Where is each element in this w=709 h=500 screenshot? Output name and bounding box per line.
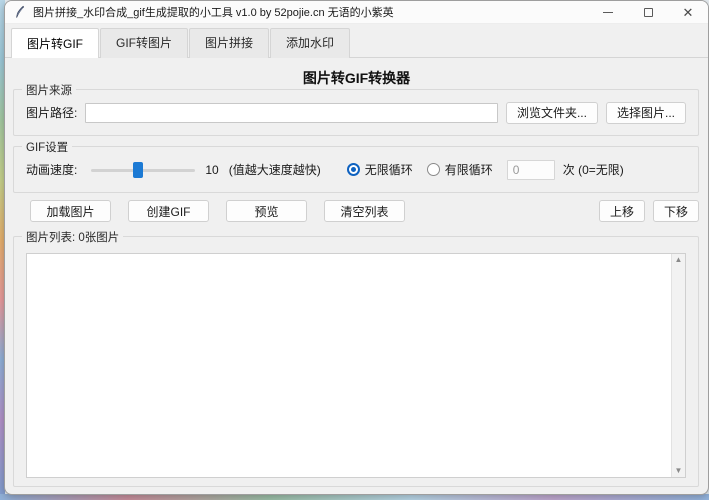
window-controls: ✕: [588, 1, 708, 23]
close-icon: ✕: [683, 6, 694, 19]
minimize-icon: [603, 12, 613, 13]
tab-image-to-gif[interactable]: 图片转GIF: [11, 28, 99, 58]
maximize-button[interactable]: [628, 1, 668, 23]
image-list-area[interactable]: [27, 254, 671, 477]
maximize-icon: [644, 8, 653, 17]
gif-settings-group: GIF设置 动画速度: 10 (值越大速度越快) 无限循环 有限循环 次 (0=…: [13, 146, 699, 193]
clear-list-button[interactable]: 清空列表: [324, 200, 405, 222]
tab-strip: 图片转GIF GIF转图片 图片拼接 添加水印: [5, 24, 708, 58]
tab-image-stitch[interactable]: 图片拼接: [189, 28, 269, 58]
animation-speed-value: 10: [205, 163, 218, 177]
gif-settings-group-label: GIF设置: [22, 139, 72, 155]
load-images-button[interactable]: 加载图片: [30, 200, 111, 222]
slider-track: [91, 169, 195, 172]
radio-unselected-icon: [427, 163, 440, 176]
action-buttons-row: 加载图片 创建GIF 预览 清空列表 上移 下移: [13, 200, 699, 222]
loop-finite-radio[interactable]: 有限循环: [427, 161, 493, 178]
image-listbox[interactable]: ▲ ▼: [26, 253, 686, 478]
browse-folder-button[interactable]: 浏览文件夹...: [506, 102, 598, 124]
vertical-scrollbar[interactable]: ▲ ▼: [671, 254, 685, 477]
animation-speed-label: 动画速度:: [26, 161, 77, 178]
close-button[interactable]: ✕: [668, 1, 708, 23]
move-up-button[interactable]: 上移: [599, 200, 645, 222]
image-list-group: 图片列表: 0张图片 ▲ ▼: [13, 236, 699, 487]
select-images-button[interactable]: 选择图片...: [606, 102, 686, 124]
animation-speed-hint: (值越大速度越快): [229, 161, 321, 178]
tab-add-watermark[interactable]: 添加水印: [270, 28, 350, 58]
page-title: 图片转GIF转换器: [5, 68, 708, 88]
loop-infinite-radio[interactable]: 无限循环: [347, 161, 413, 178]
slider-thumb[interactable]: [133, 162, 143, 178]
tab-gif-to-image[interactable]: GIF转图片: [100, 28, 188, 58]
animation-speed-slider[interactable]: [91, 161, 195, 179]
scroll-down-icon[interactable]: ▼: [675, 467, 683, 475]
loop-count-input[interactable]: [507, 160, 555, 180]
loop-infinite-label: 无限循环: [365, 161, 413, 178]
radio-selected-icon: [347, 163, 360, 176]
image-source-group-label: 图片来源: [22, 82, 76, 98]
preview-button[interactable]: 预览: [226, 200, 307, 222]
minimize-button[interactable]: [588, 1, 628, 23]
loop-count-suffix: 次 (0=无限): [563, 161, 624, 178]
image-path-label: 图片路径:: [26, 104, 77, 121]
create-gif-button[interactable]: 创建GIF: [128, 200, 209, 222]
loop-finite-label: 有限循环: [445, 161, 493, 178]
image-list-group-label: 图片列表: 0张图片: [22, 229, 123, 245]
window-title: 图片拼接_水印合成_gif生成提取的小工具 v1.0 by 52pojie.cn…: [33, 4, 394, 20]
title-bar[interactable]: 图片拼接_水印合成_gif生成提取的小工具 v1.0 by 52pojie.cn…: [5, 1, 708, 24]
app-feather-icon: [13, 5, 27, 19]
image-path-input[interactable]: [85, 103, 498, 123]
app-window: 图片拼接_水印合成_gif生成提取的小工具 v1.0 by 52pojie.cn…: [4, 0, 709, 495]
scroll-up-icon[interactable]: ▲: [675, 256, 683, 264]
image-source-group: 图片来源 图片路径: 浏览文件夹... 选择图片...: [13, 89, 699, 136]
move-down-button[interactable]: 下移: [653, 200, 699, 222]
